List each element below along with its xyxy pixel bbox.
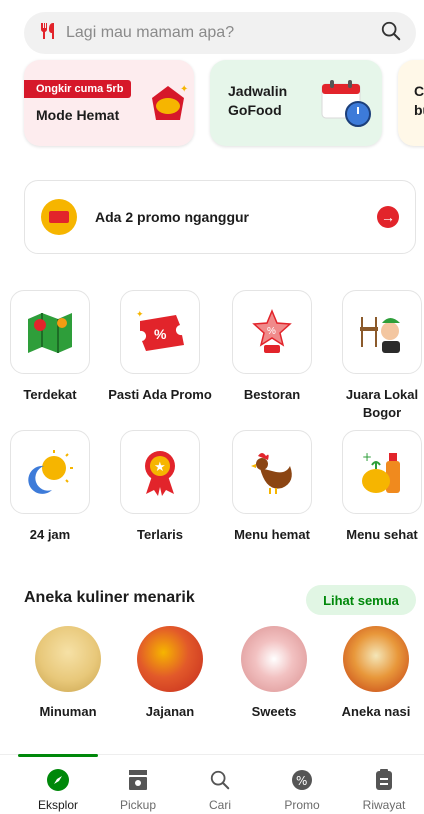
promo-coupon-icon	[41, 199, 77, 235]
svg-text:★: ★	[154, 460, 166, 475]
search-bar[interactable]: Lagi mau mamam apa?	[24, 12, 416, 54]
nav-promo[interactable]: % Promo	[260, 767, 344, 812]
compass-icon	[16, 767, 100, 793]
category-tile[interactable]	[10, 430, 90, 514]
category-24-jam[interactable]: 24 jam	[0, 430, 102, 544]
see-all-button[interactable]: Lihat semua	[306, 585, 416, 615]
history-icon	[342, 767, 424, 793]
promo-text: Ada 2 promo nganggur	[95, 209, 249, 225]
category-tile[interactable]: % ✦	[120, 290, 200, 374]
partial-card[interactable]: Co bu	[398, 60, 424, 146]
food-category-sweets[interactable]: Sweets	[224, 626, 324, 719]
pickup-icon	[96, 767, 180, 793]
svg-text:+: +	[362, 450, 372, 464]
food-label: Sweets	[251, 704, 297, 719]
nav-cari[interactable]: Cari	[178, 767, 262, 812]
category-terlaris[interactable]: ★ Terlaris	[108, 430, 212, 544]
food-category-jajanan[interactable]: Jajanan	[120, 626, 220, 719]
category-menu-sehat[interactable]: + Menu sehat	[330, 430, 424, 544]
nav-label: Pickup	[119, 798, 157, 812]
medal-icon: ★	[145, 451, 175, 496]
category-label: Menu sehat	[346, 527, 418, 542]
active-tab-indicator	[18, 754, 98, 757]
promo-icon: %	[260, 767, 344, 793]
sun-moon-icon	[28, 450, 73, 494]
food-label: Minuman	[39, 704, 97, 719]
map-icon	[28, 313, 72, 353]
search-icon[interactable]	[380, 20, 402, 47]
category-tile[interactable]: ★	[120, 430, 200, 514]
chef-icon	[360, 317, 400, 353]
nav-pickup[interactable]: Pickup	[96, 767, 180, 812]
svg-text:✦: ✦	[136, 309, 144, 319]
nav-eksplor[interactable]: Eksplor	[16, 767, 100, 812]
category-tile[interactable]: +	[342, 430, 422, 514]
drinks-image	[35, 626, 101, 692]
rice-dish-image	[343, 626, 409, 692]
nav-label: Riwayat	[362, 798, 406, 812]
trophy-icon: %	[252, 309, 292, 353]
search-icon	[178, 767, 262, 793]
svg-text:%: %	[267, 326, 276, 337]
food-label: Aneka nasi	[341, 704, 411, 719]
svg-text:%: %	[154, 326, 167, 342]
arrow-right-icon[interactable]: →	[377, 206, 399, 228]
snacks-image	[137, 626, 203, 692]
category-tile[interactable]	[342, 290, 422, 374]
category-label: 24 jam	[29, 527, 71, 542]
category-tile[interactable]: %	[232, 290, 312, 374]
nav-label: Promo	[284, 798, 320, 812]
bottom-nav: Eksplor Pickup Cari % Promo Riwayat	[0, 754, 424, 814]
category-label: Terlaris	[136, 527, 183, 542]
card-title: Co bu	[414, 83, 424, 118]
svg-text:✦: ✦	[180, 84, 188, 95]
category-juara-lokal[interactable]: Juara Lokal Bogor	[330, 290, 424, 422]
food-label: Jajanan	[145, 704, 195, 719]
search-input[interactable]: Lagi mau mamam apa?	[66, 24, 380, 42]
category-tile[interactable]	[10, 290, 90, 374]
category-menu-hemat[interactable]: Menu hemat	[220, 430, 324, 544]
svg-text:%: %	[296, 774, 307, 788]
food-category-minuman[interactable]: Minuman	[18, 626, 118, 719]
category-label: Bestoran	[243, 387, 301, 402]
feature-cards: Ongkir cuma 5rb Mode Hemat ✦ Jadwalin Go…	[0, 58, 424, 150]
category-terdekat[interactable]: Terdekat	[0, 290, 102, 404]
nav-label: Cari	[208, 798, 231, 812]
category-label: Pasti Ada Promo	[108, 387, 212, 402]
category-label: Terdekat	[23, 387, 77, 402]
category-label: Menu hemat	[234, 527, 310, 542]
food-category-aneka-nasi[interactable]: Aneka nasi	[326, 626, 424, 719]
promo-banner[interactable]: Ada 2 promo nganggur →	[24, 180, 416, 254]
section-title: Aneka kuliner menarik	[24, 589, 195, 606]
vegetable-icon: +	[362, 450, 400, 493]
category-bestoran[interactable]: % Bestoran	[220, 290, 324, 404]
donuts-image	[241, 626, 307, 692]
category-tile[interactable]	[232, 430, 312, 514]
category-pasti-ada-promo[interactable]: % ✦ Pasti Ada Promo	[108, 290, 212, 404]
coin-pouch-icon: ✦	[152, 84, 188, 120]
nav-riwayat[interactable]: Riwayat	[342, 767, 424, 812]
coupon-icon: % ✦	[136, 309, 184, 351]
nav-label: Eksplor	[37, 798, 78, 812]
calendar-timer-icon	[321, 80, 371, 127]
jadwalin-gofood-card[interactable]: Jadwalin GoFood	[210, 60, 382, 146]
chicken-icon	[251, 453, 292, 494]
ongkir-ribbon: Ongkir cuma 5rb	[24, 80, 132, 98]
category-label: Juara Lokal Bogor	[345, 387, 419, 420]
card-title: Jadwalin GoFood	[228, 83, 288, 118]
card-title: Mode Hemat	[36, 107, 120, 123]
mode-hemat-card[interactable]: Ongkir cuma 5rb Mode Hemat ✦	[24, 60, 194, 146]
fork-knife-icon	[38, 20, 60, 47]
